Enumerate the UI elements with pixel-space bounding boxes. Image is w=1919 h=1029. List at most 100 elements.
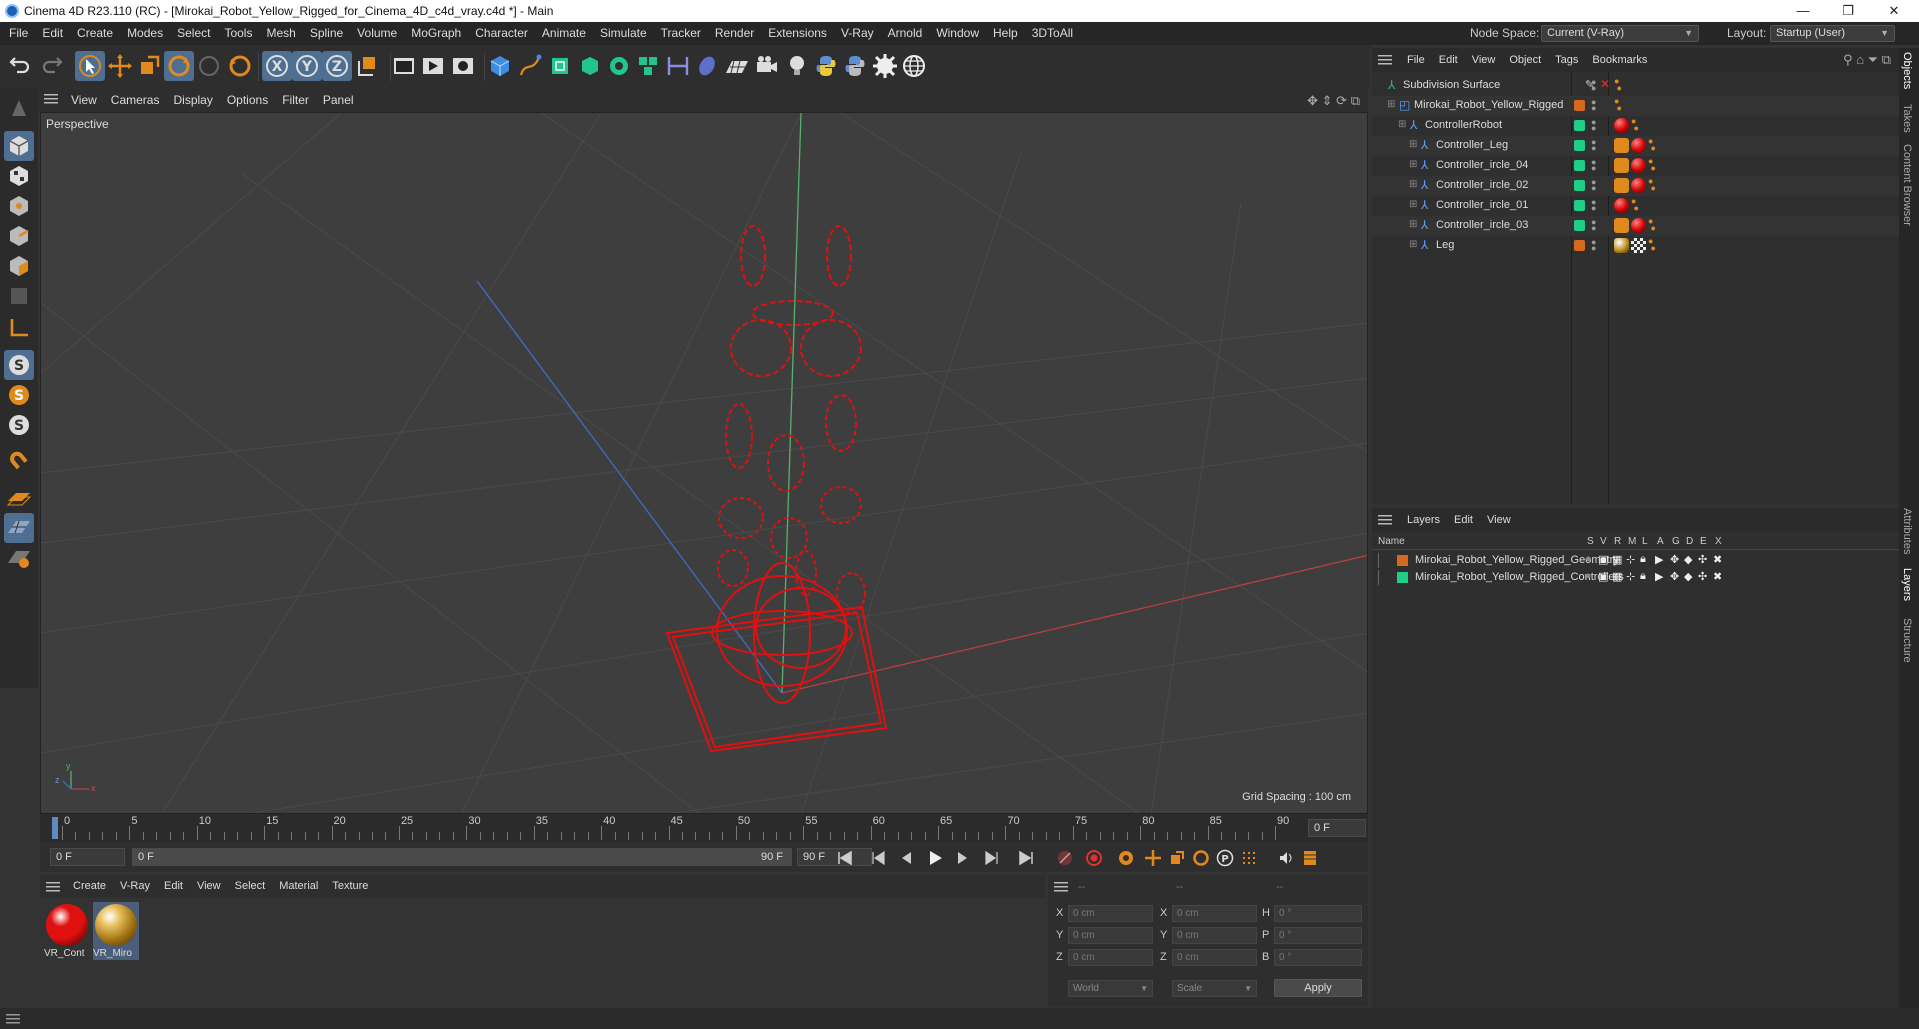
next-frame-icon[interactable]	[952, 847, 974, 869]
material-tag-icon[interactable]	[1631, 178, 1646, 193]
go-to-start-icon[interactable]	[834, 847, 856, 869]
texture-tag-icon[interactable]	[1614, 238, 1629, 253]
constraint-tag-icon[interactable]	[1614, 218, 1629, 233]
layer-column-e[interactable]: E	[1700, 536, 1707, 547]
recent-tool-icon[interactable]	[225, 51, 255, 81]
object-menu-file[interactable]: File	[1400, 48, 1432, 72]
next-key-icon[interactable]	[981, 847, 1003, 869]
home-icon[interactable]: ⌂	[1856, 52, 1864, 67]
maximize-view-icon[interactable]: ⧉	[1351, 93, 1360, 108]
layer-column-name[interactable]: Name	[1378, 536, 1405, 547]
previous-frame-icon[interactable]	[895, 847, 917, 869]
visibility-dots-icon[interactable]: ● ●	[1591, 158, 1596, 173]
python-script-icon[interactable]	[840, 51, 870, 81]
snap-settings-icon[interactable]: S	[4, 380, 34, 410]
material-menu-create[interactable]: Create	[66, 875, 113, 898]
menu-create[interactable]: Create	[70, 22, 120, 45]
snap-workplane-icon[interactable]: S	[4, 410, 34, 440]
viewport-menu-cameras[interactable]: Cameras	[104, 88, 167, 112]
layer-menu-view[interactable]: View	[1480, 508, 1518, 532]
position-z-field[interactable]: 0 cm	[1068, 949, 1153, 966]
material-menu-select[interactable]: Select	[228, 875, 273, 898]
node-space-select[interactable]: Current (V-Ray) ▼	[1541, 25, 1699, 42]
constraint-tag-icon[interactable]	[1614, 178, 1629, 193]
material-menu-view[interactable]: View	[190, 875, 228, 898]
extrude-icon[interactable]	[574, 51, 604, 81]
coord-system-select[interactable]: World ▼	[1068, 980, 1153, 997]
maximize-button[interactable]: ❐	[1826, 0, 1870, 22]
render-region-icon[interactable]	[389, 51, 419, 81]
workplane-icon[interactable]	[4, 483, 34, 513]
apply-button[interactable]: Apply	[1274, 979, 1362, 997]
hamburger-icon[interactable]	[1378, 514, 1392, 529]
menu-extensions[interactable]: Extensions	[761, 22, 834, 45]
layer-color-tag[interactable]	[1574, 140, 1585, 151]
record-disabled-icon[interactable]	[1054, 847, 1076, 869]
dock-tab-attributes[interactable]: Attributes	[1901, 508, 1913, 554]
layer-column-g[interactable]: G	[1672, 536, 1680, 547]
field-icon[interactable]	[692, 51, 722, 81]
hamburger-icon[interactable]	[6, 1013, 20, 1028]
menu-render[interactable]: Render	[708, 22, 761, 45]
dock-tab-objects[interactable]: Objects	[1901, 52, 1913, 89]
material-vr-miro[interactable]: VR_Miro	[93, 902, 139, 960]
dock-tab-content-browser[interactable]: Content Browser	[1901, 144, 1913, 226]
deformer-icon[interactable]	[663, 51, 693, 81]
settings-gear-icon[interactable]	[870, 51, 900, 81]
menu-simulate[interactable]: Simulate	[593, 22, 654, 45]
minimize-button[interactable]: —	[1781, 0, 1825, 22]
expressions-icon[interactable]: ✣	[1698, 570, 1707, 583]
solo-icon[interactable]: ●	[1585, 570, 1592, 582]
layer-color-swatch[interactable]	[1397, 572, 1408, 583]
model-mode-icon[interactable]	[4, 131, 34, 161]
timeline-ruler[interactable]: 0 5 10 15 20 25 30 35 40 45 50 55 60 65 70 75 80 85 90 0 F	[40, 814, 1368, 842]
snap-icon[interactable]: S	[4, 350, 34, 380]
viewport-menu-display[interactable]: Display	[166, 88, 219, 112]
deformers-icon[interactable]: ◆	[1684, 553, 1692, 566]
layer-color-tag[interactable]	[1574, 240, 1585, 251]
visibility-dots-icon[interactable]: ● ●	[1591, 118, 1596, 133]
animation-icon[interactable]: ▶	[1655, 553, 1663, 566]
floor-icon[interactable]	[722, 51, 752, 81]
layer-row-mirokai-robot-yellow-rigged-controllers[interactable]: Mirokai_Robot_Yellow_Rigged_Controllers ●…	[1372, 569, 1899, 586]
material-menu-edit[interactable]: Edit	[157, 875, 190, 898]
cube-icon[interactable]	[485, 51, 515, 81]
expand-toggle-icon[interactable]: ⊞	[1409, 179, 1417, 190]
position-x-field[interactable]: 0 cm	[1068, 905, 1153, 922]
layout-select[interactable]: Startup (User) ▼	[1770, 25, 1895, 42]
expressions-icon[interactable]: ✣	[1698, 553, 1707, 566]
layer-color-tag[interactable]	[1574, 220, 1585, 231]
visibility-dots-icon[interactable]: ● ●	[1591, 98, 1596, 113]
new-window-icon[interactable]: ⧉	[1882, 52, 1891, 67]
x-axis-icon[interactable]: X	[262, 51, 292, 81]
material-menu-v-ray[interactable]: V-Ray	[113, 875, 157, 898]
menu-3dtoall[interactable]: 3DToAll	[1025, 22, 1080, 45]
visibility-dots-icon[interactable]: ● ●	[1591, 238, 1596, 253]
menu-tools[interactable]: Tools	[217, 22, 259, 45]
size-y-field[interactable]: 0 cm	[1172, 927, 1257, 944]
layer-color-tag[interactable]	[1574, 100, 1585, 111]
move-tool-icon[interactable]	[105, 51, 135, 81]
dock-tab-structure[interactable]: Structure	[1901, 618, 1913, 663]
hamburger-icon[interactable]	[44, 93, 58, 105]
expand-toggle-icon[interactable]: ⊞	[1409, 139, 1417, 150]
timeline-window-icon[interactable]	[1299, 847, 1321, 869]
object-row-subdivision-surface[interactable]: ⅄ Subdivision Surface ● ● ✎ ✕ ● ●	[1372, 76, 1899, 96]
layer-color-tag[interactable]	[1574, 120, 1585, 131]
key-rotation-icon[interactable]	[1190, 847, 1212, 869]
layer-column-r[interactable]: R	[1614, 536, 1621, 547]
expand-toggle-icon[interactable]: ⊞	[1409, 219, 1417, 230]
material-tag-icon[interactable]	[1614, 198, 1629, 213]
edge-mode-icon[interactable]	[4, 221, 34, 251]
menu-volume[interactable]: Volume	[350, 22, 404, 45]
disabled-x-icon[interactable]: ✕	[1600, 77, 1610, 91]
menu-v-ray[interactable]: V-Ray	[834, 22, 881, 45]
undo-icon[interactable]	[5, 51, 35, 81]
material-tag-icon[interactable]	[1614, 118, 1629, 133]
layer-column-x[interactable]: X	[1715, 536, 1722, 547]
range-slider[interactable]: 0 F 90 F	[132, 848, 792, 866]
visible-icon[interactable]: ▣	[1598, 570, 1608, 583]
sound-icon[interactable]	[1275, 847, 1297, 869]
generators-icon[interactable]: ✥	[1670, 570, 1679, 583]
start-frame-field[interactable]: 0 F	[50, 848, 125, 866]
